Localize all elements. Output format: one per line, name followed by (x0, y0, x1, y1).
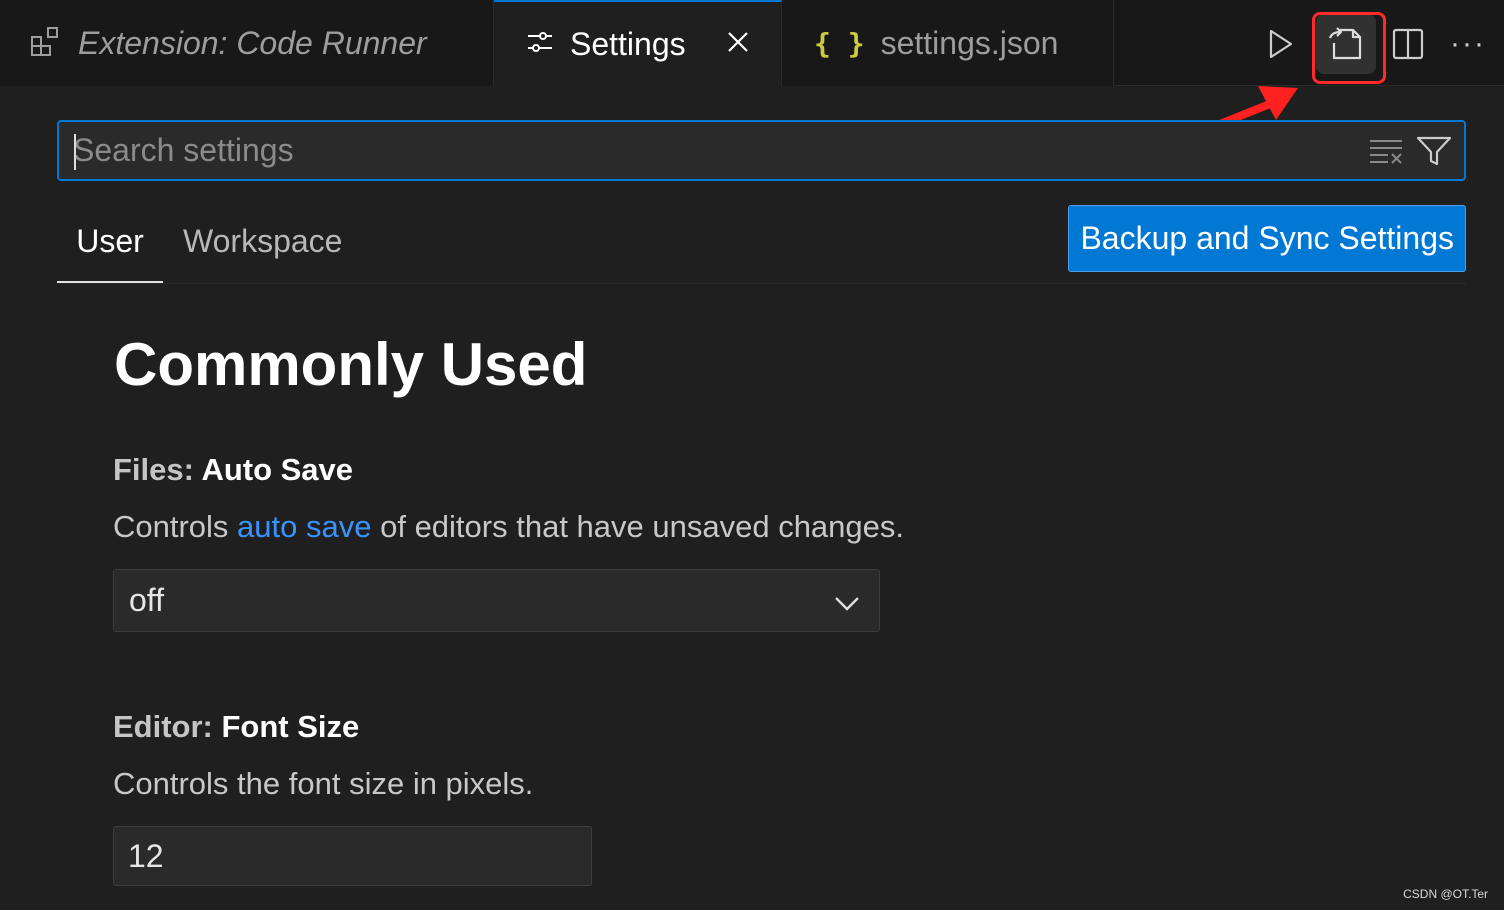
tab-label: settings.json (880, 24, 1059, 61)
tab-label: Extension: Code Runner (78, 24, 427, 61)
watermark: CSDN @OT.Ter (1403, 887, 1488, 901)
backup-and-sync-button[interactable]: Backup and Sync Settings (1068, 205, 1466, 272)
tab-extension-code-runner[interactable]: Extension: Code Runner (0, 0, 494, 86)
tab-label: Settings (570, 26, 686, 62)
group-title: Commonly Used (114, 331, 588, 398)
select-value: off (129, 582, 164, 618)
tab-settings-json[interactable]: { } settings.json (782, 0, 1114, 86)
settings-scope-tabs: User Workspace Backup and Sync Settings (57, 205, 1466, 284)
settings-sliders-icon (526, 28, 554, 61)
auto-save-select[interactable]: off (113, 569, 880, 632)
search-settings-field[interactable] (57, 120, 1466, 181)
tab-user[interactable]: User (57, 223, 163, 283)
tab-workspace[interactable]: Workspace (183, 223, 342, 283)
more-actions-icon[interactable]: ··· (1438, 14, 1498, 74)
clear-filter-icon[interactable] (1362, 127, 1410, 175)
filter-icon[interactable] (1410, 127, 1458, 175)
json-braces-icon: { } (814, 26, 865, 60)
setting-description-auto-save: Controls auto save of editors that have … (113, 509, 905, 544)
tab-settings[interactable]: Settings (494, 0, 782, 87)
close-icon[interactable] (726, 30, 750, 59)
open-settings-json-icon[interactable] (1316, 14, 1376, 74)
search-input[interactable] (59, 122, 1362, 179)
font-size-input[interactable] (113, 826, 592, 886)
extensions-icon (30, 25, 62, 62)
setting-description-font-size: Controls the font size in pixels. (113, 766, 534, 801)
setting-category: Files: (113, 452, 202, 487)
setting-category: Editor: (113, 709, 222, 744)
text-caret (74, 134, 76, 170)
setting-title-font-size: Editor: Font Size (113, 709, 359, 745)
chevron-down-icon (833, 588, 861, 625)
split-editor-icon[interactable] (1378, 14, 1438, 74)
editor-tab-bar: Extension: Code Runner Settings { } sett… (0, 0, 1504, 87)
setting-title-auto-save: Files: Auto Save (113, 452, 353, 488)
setting-name: Auto Save (201, 452, 354, 487)
setting-name: Font Size (221, 709, 360, 744)
auto-save-link[interactable]: auto save (237, 509, 371, 544)
run-icon[interactable] (1250, 14, 1310, 74)
